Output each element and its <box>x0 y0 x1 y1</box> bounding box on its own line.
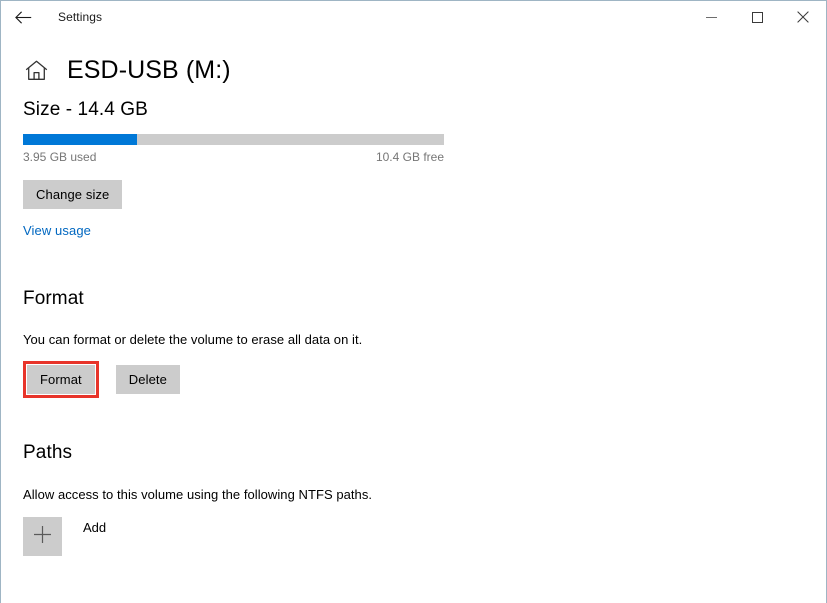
paths-section: Paths Allow access to this volume using … <box>23 442 826 556</box>
storage-usage-bar <box>23 134 444 145</box>
window-controls <box>688 1 826 33</box>
change-size-button[interactable]: Change size <box>23 180 123 209</box>
maximize-icon <box>751 11 763 23</box>
back-button[interactable] <box>1 1 45 33</box>
format-section: Format You can format or delete the volu… <box>23 288 826 398</box>
storage-usage-labels: 3.95 GB used 10.4 GB free <box>23 150 444 164</box>
close-icon <box>797 11 809 23</box>
add-path-button[interactable] <box>23 517 62 556</box>
back-arrow-icon <box>14 10 32 24</box>
used-label: 3.95 GB used <box>23 150 97 164</box>
free-label: 10.4 GB free <box>375 150 444 164</box>
delete-button[interactable]: Delete <box>115 365 180 394</box>
format-heading: Format <box>23 288 84 309</box>
size-heading: Size - 14.4 GB <box>23 99 148 120</box>
window-title: Settings <box>58 10 103 24</box>
format-button-row: Format Delete <box>23 361 826 398</box>
page-header: ESD-USB (M:) <box>23 51 826 89</box>
storage-usage-fill <box>23 134 137 145</box>
paths-heading: Paths <box>23 442 73 463</box>
view-usage-link[interactable]: View usage <box>23 223 91 238</box>
maximize-button[interactable] <box>734 1 780 33</box>
change-size-row: Change size <box>23 180 826 209</box>
format-description: You can format or delete the volume to e… <box>23 332 363 347</box>
page-title: ESD-USB (M:) <box>67 55 231 84</box>
add-path-row[interactable]: Add <box>23 517 826 556</box>
add-path-label: Add <box>83 520 107 535</box>
format-button[interactable]: Format <box>27 365 95 394</box>
close-button[interactable] <box>780 1 826 33</box>
minimize-icon <box>705 12 717 23</box>
settings-content: ESD-USB (M:) Size - 14.4 GB 3.95 GB used… <box>1 51 826 603</box>
minimize-button[interactable] <box>688 1 734 33</box>
settings-window: Settings ESD-USB (M:) Size - 14.4 GB 3.9… <box>0 0 827 603</box>
plus-icon <box>33 525 52 549</box>
format-button-highlight: Format <box>23 361 99 398</box>
paths-description: Allow access to this volume using the fo… <box>23 487 373 502</box>
home-icon[interactable] <box>23 57 49 83</box>
title-bar: Settings <box>1 1 826 33</box>
